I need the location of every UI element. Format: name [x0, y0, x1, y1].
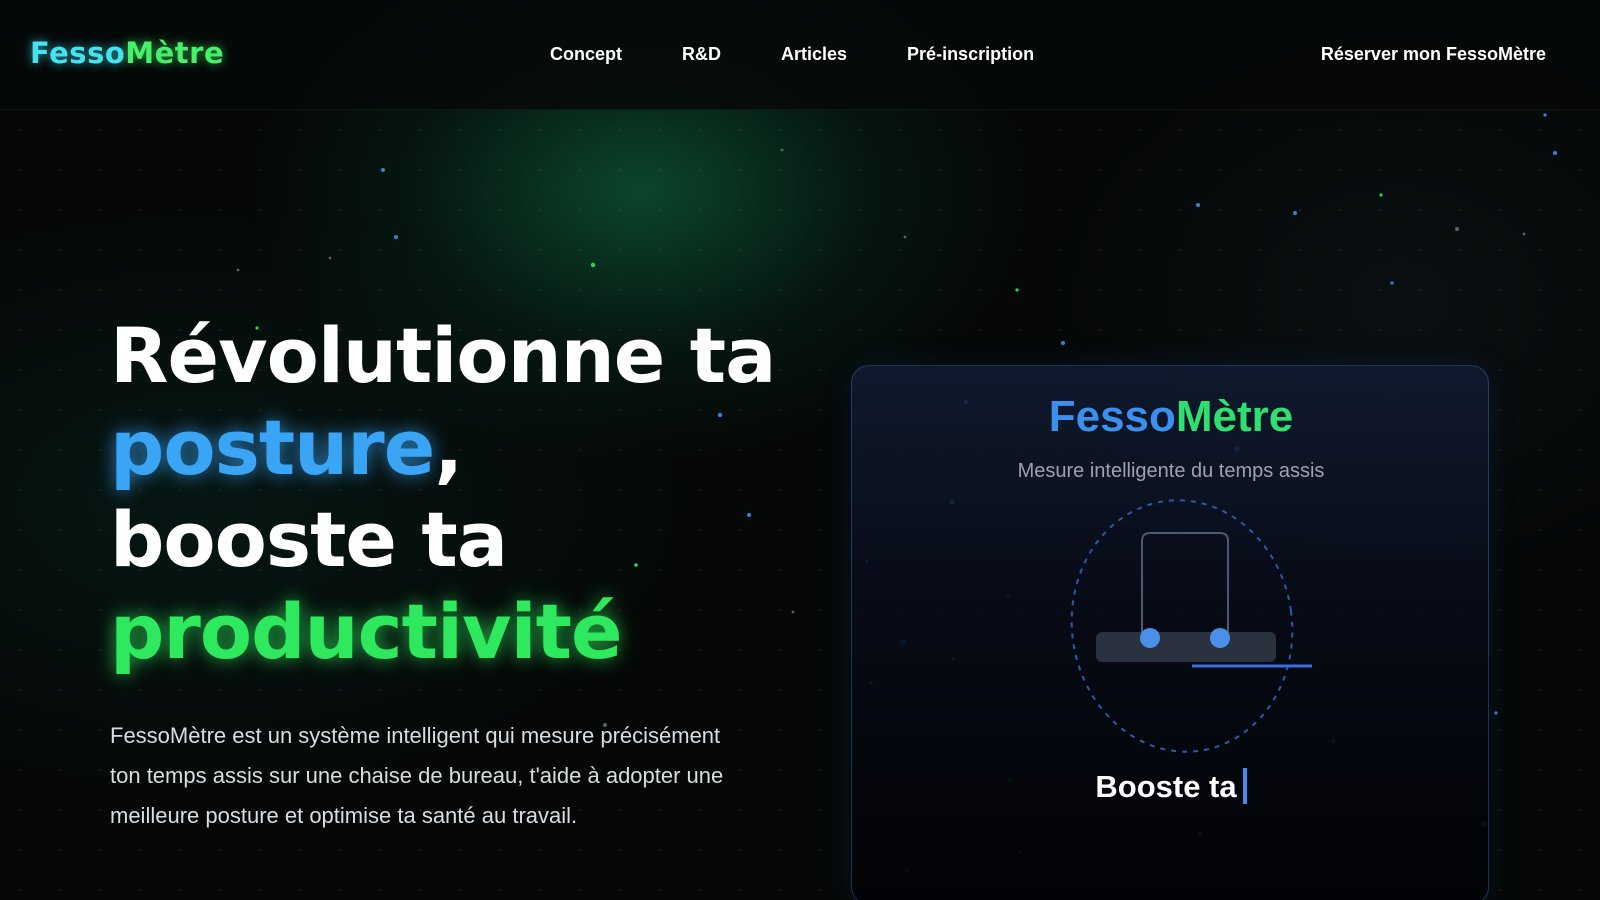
chair-seat — [1096, 632, 1276, 662]
typing-caret — [1242, 768, 1247, 804]
product-preview-card: FessoMètre Mesure intelligente du temps … — [851, 365, 1489, 900]
hero-description: FessoMètre est un système intelligent qu… — [110, 723, 724, 828]
card-subtitle: Mesure intelligente du temps assis — [1017, 460, 1325, 482]
nav-link-concept[interactable]: Concept — [550, 44, 622, 65]
logo-part-metre: Mètre — [125, 36, 225, 70]
nav-link-preinscription[interactable]: Pré-inscription — [907, 44, 1034, 65]
sensor-dot-right — [1210, 628, 1230, 648]
hero-title-line-1: Révolutionne ta — [110, 311, 776, 400]
card-title: FessoMètre — [852, 392, 1490, 442]
typing-text: Booste ta — [1095, 769, 1237, 804]
nav-link-articles[interactable]: Articles — [781, 44, 847, 65]
nav-links: Concept R&D Articles Pré-inscription — [550, 44, 1094, 65]
sensor-range-ring — [1070, 499, 1294, 753]
reserve-button[interactable]: Réserver mon FessoMètre — [1321, 44, 1546, 65]
hero-highlight-productivite: productivité — [110, 587, 623, 676]
hero-title: Révolutionne ta posture, booste ta produ… — [110, 310, 776, 678]
sensor-dot-left — [1140, 628, 1160, 648]
logo-part-fesso: Fesso — [30, 36, 126, 70]
hero-title-line-2: posture, — [110, 402, 775, 494]
hero-title-comma: , — [434, 403, 463, 492]
nav-link-rnd[interactable]: R&D — [682, 44, 721, 65]
card-title-fesso: Fesso — [1048, 392, 1176, 441]
card-typing-text: Booste ta — [852, 768, 1490, 805]
chair-sensor-illustration — [1070, 499, 1312, 753]
hero-highlight-posture: posture — [110, 403, 435, 492]
brand-logo[interactable]: FessoMètre — [30, 36, 224, 70]
top-navbar: FessoMètre Concept R&D Articles Pré-insc… — [0, 0, 1600, 110]
hero-title-line-3: booste ta — [110, 495, 508, 584]
card-title-metre: Mètre — [1175, 392, 1294, 441]
